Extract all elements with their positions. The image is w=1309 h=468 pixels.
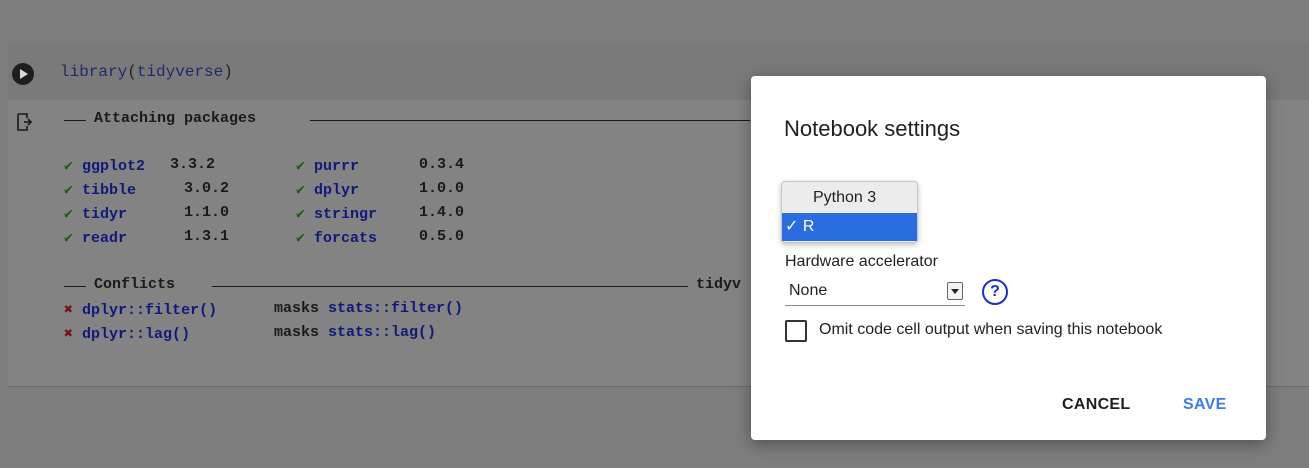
divider — [212, 286, 688, 287]
list-item: ✔ dplyr — [296, 180, 359, 199]
runtime-type-dropdown[interactable]: Python 3 ✓ R — [781, 181, 918, 243]
check-icon: ✔ — [296, 206, 306, 223]
notebook-settings-dialog: Notebook settings Python 3 ✓ R Hardware … — [751, 76, 1266, 440]
check-icon: ✔ — [64, 206, 74, 223]
conflicts-header: Conflicts — [94, 276, 176, 293]
package-name: stringr — [314, 206, 378, 223]
package-name: dplyr — [314, 182, 360, 199]
check-icon: ✔ — [64, 182, 74, 199]
check-icon: ✔ — [296, 230, 306, 247]
omit-output-checkbox[interactable] — [785, 320, 807, 342]
list-item: ✔ forcats — [296, 228, 377, 247]
code-text[interactable]: library(tidyverse) — [60, 63, 233, 81]
option-label: R — [802, 218, 815, 235]
conflicts-header-suffix: tidyv — [696, 276, 742, 293]
chevron-down-icon[interactable] — [947, 282, 963, 300]
top-bar — [0, 0, 1309, 42]
check-icon: ✔ — [64, 158, 74, 175]
runtime-option-python3[interactable]: Python 3 — [782, 184, 917, 212]
list-item: ✔ ggplot2 — [64, 156, 145, 175]
conflict-function: dplyr::filter() — [82, 302, 218, 319]
dialog-title: Notebook settings — [784, 116, 961, 141]
omit-output-label[interactable]: Omit code cell output when saving this n… — [819, 321, 1162, 339]
masks-text: masks — [274, 300, 320, 317]
divider — [310, 120, 750, 121]
cancel-button[interactable]: CANCEL — [1062, 396, 1130, 414]
hardware-accelerator-select[interactable]: None — [785, 279, 965, 306]
package-version: 1.3.1 — [184, 228, 230, 245]
hardware-accelerator-label: Hardware accelerator — [785, 253, 938, 270]
runtime-option-r[interactable]: ✓ R — [782, 213, 917, 241]
check-icon: ✔ — [296, 158, 306, 175]
package-version: 3.3.2 — [170, 156, 216, 173]
package-name: readr — [82, 230, 128, 247]
save-button[interactable]: SAVE — [1183, 396, 1227, 414]
package-version: 1.0.0 — [419, 180, 465, 197]
conflict-function: dplyr::lag() — [82, 326, 191, 343]
option-label: Python 3 — [813, 189, 877, 206]
run-cell-button[interactable] — [12, 63, 34, 85]
check-icon: ✔ — [296, 182, 306, 199]
code-paren-close: ) — [223, 63, 233, 81]
package-version: 0.5.0 — [419, 228, 465, 245]
attaching-header: Attaching packages — [94, 110, 257, 127]
divider — [64, 286, 86, 287]
masks-text: masks — [274, 324, 320, 341]
package-name: purrr — [314, 158, 360, 175]
code-argument: tidyverse — [136, 63, 224, 81]
conflict-target: stats::filter() — [328, 300, 464, 317]
list-item: masks stats::filter() — [274, 300, 463, 317]
package-version: 1.4.0 — [419, 204, 465, 221]
list-item: ✖ dplyr::filter() — [64, 300, 217, 319]
help-icon[interactable]: ? — [982, 279, 1008, 305]
output-icon[interactable] — [16, 112, 32, 132]
package-name: forcats — [314, 230, 378, 247]
code-paren-open: ( — [127, 63, 137, 81]
package-name: ggplot2 — [82, 158, 146, 175]
list-item: ✔ purrr — [296, 156, 359, 175]
conflict-target: stats::lag() — [328, 324, 437, 341]
code-function: library — [60, 63, 128, 81]
package-version: 0.3.4 — [419, 156, 465, 173]
checkmark-icon: ✓ — [785, 218, 799, 235]
cross-icon: ✖ — [64, 326, 74, 343]
list-item: ✔ tibble — [64, 180, 136, 199]
list-item: ✔ readr — [64, 228, 127, 247]
cross-icon: ✖ — [64, 302, 74, 319]
list-item: ✖ dplyr::lag() — [64, 324, 190, 343]
select-value: None — [789, 282, 828, 299]
list-item: ✔ tidyr — [64, 204, 127, 223]
package-name: tidyr — [82, 206, 128, 223]
list-item: masks stats::lag() — [274, 324, 436, 341]
check-icon: ✔ — [64, 230, 74, 247]
package-version: 1.1.0 — [184, 204, 230, 221]
divider — [64, 120, 86, 121]
list-item: ✔ stringr — [296, 204, 377, 223]
package-version: 3.0.2 — [184, 180, 230, 197]
package-name: tibble — [82, 182, 137, 199]
